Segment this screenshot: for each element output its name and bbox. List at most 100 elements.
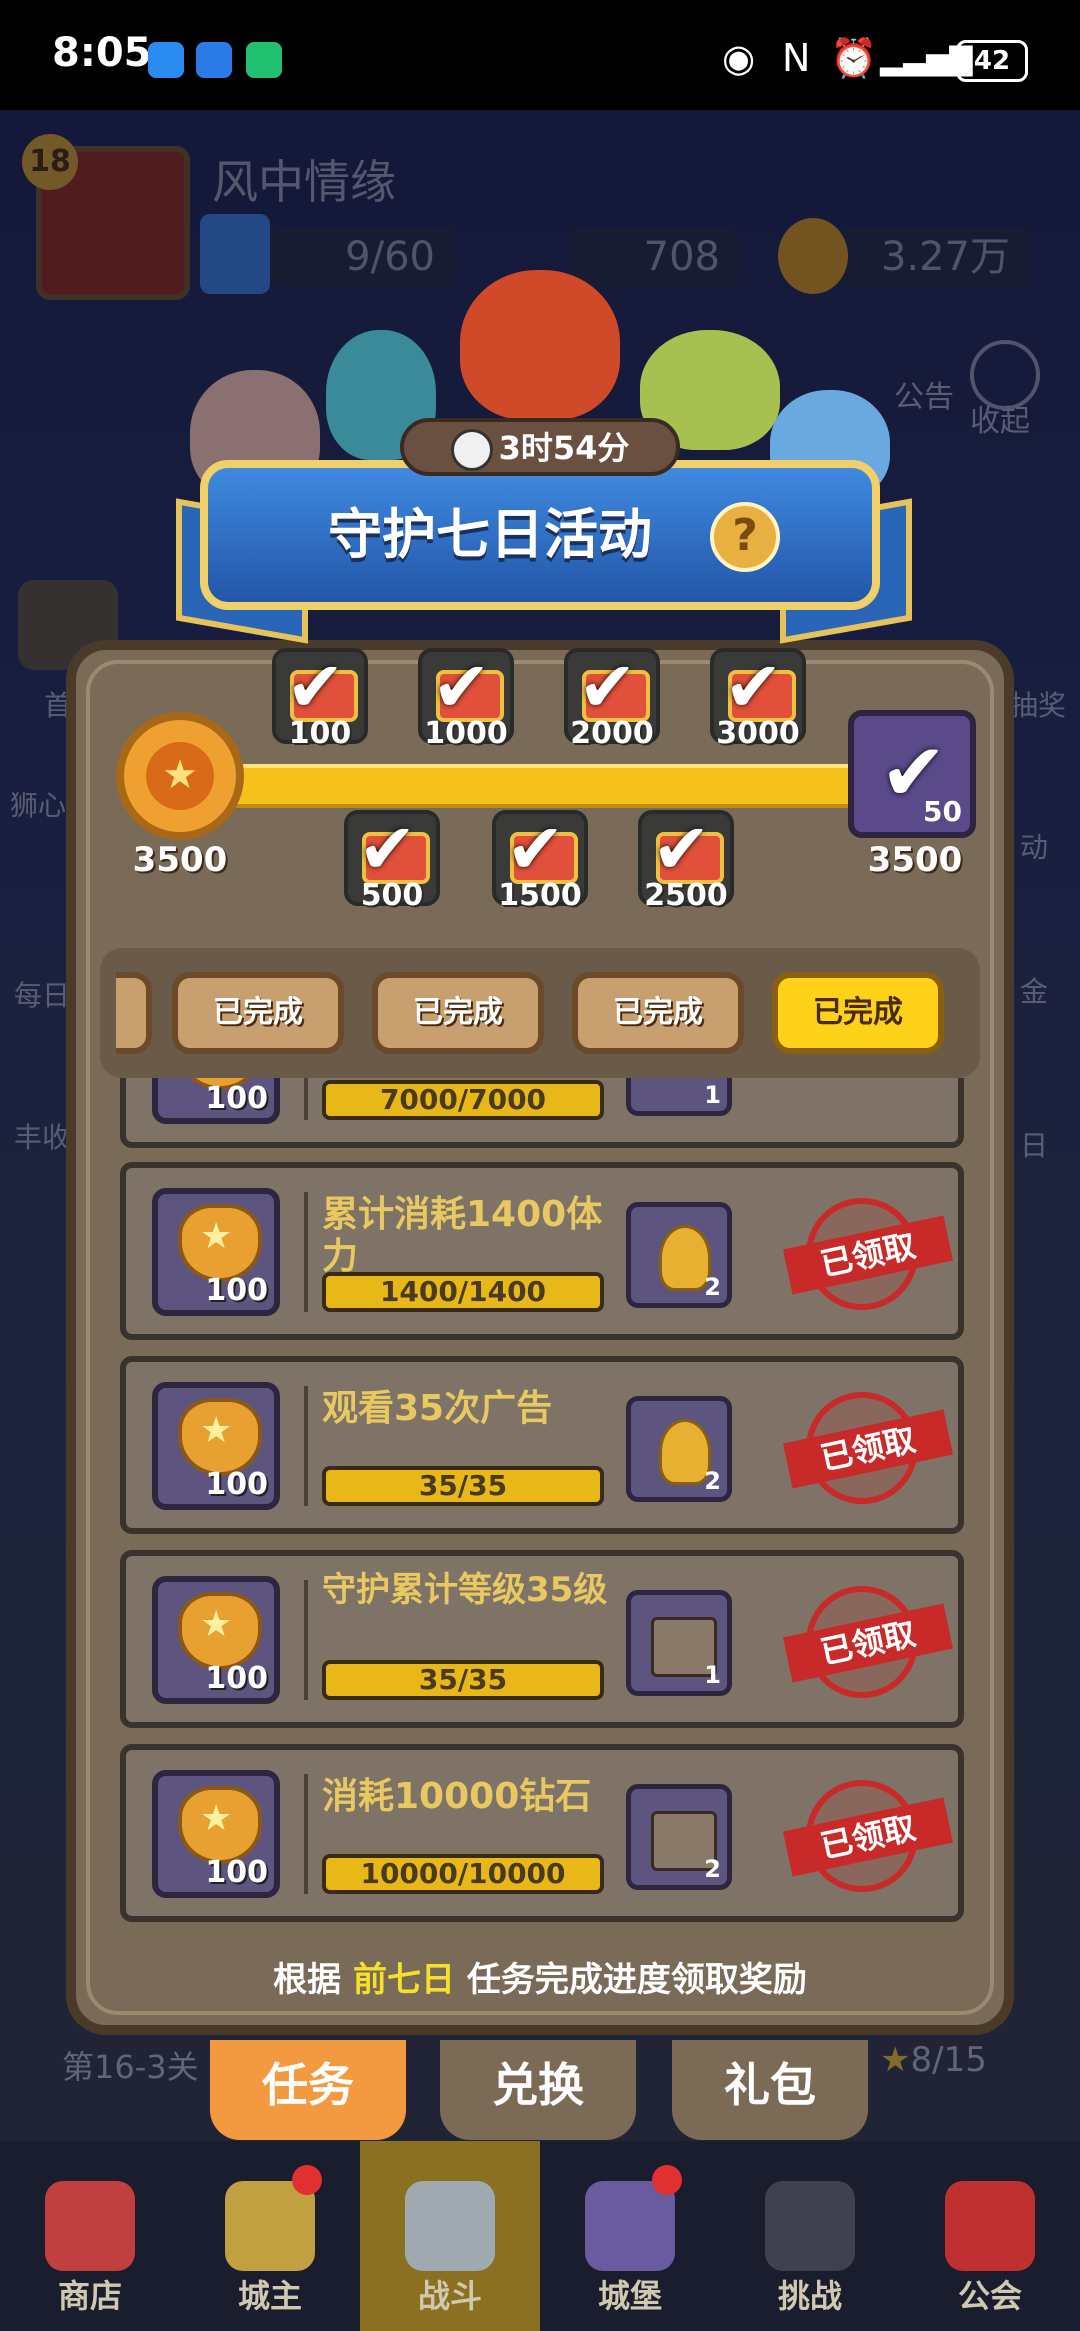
eye-icon: ◉ — [722, 36, 756, 80]
swords-icon — [405, 2181, 495, 2271]
nav-label: 城堡 — [597, 2277, 662, 2315]
timer-text: 3时54分 — [498, 429, 630, 467]
milestone-label: 1500 — [498, 878, 582, 913]
points-medal-icon: ★ — [116, 712, 244, 840]
points-icon: 100 — [152, 1382, 280, 1510]
check-icon: ✔ — [652, 808, 711, 890]
day-tab-active[interactable]: 已完成 — [772, 972, 944, 1054]
claimed-stamp: 已领取 — [783, 1198, 953, 1310]
claimed-label: 已领取 — [783, 1603, 953, 1683]
nav-lord[interactable]: 城主 — [180, 2141, 360, 2331]
points-icon: 100 — [152, 1576, 280, 1704]
bottom-nav: 商店 城主 战斗 城堡 挑战 公会 — [0, 2141, 1080, 2331]
milestone-label: 3000 — [716, 716, 800, 751]
gem-icon — [659, 1419, 711, 1485]
status-time: 8:05 — [52, 30, 152, 76]
task-points: 100 — [205, 1467, 268, 1502]
status-bar: 8:05 ◉ N ⏰ ▂▃▅▇ 42 — [0, 0, 1080, 110]
claimed-label: 已领取 — [783, 1215, 953, 1295]
reward-count: 1 — [704, 1081, 721, 1109]
milestone-label: 2000 — [570, 716, 654, 751]
check-icon: ✔ — [724, 646, 783, 728]
tab-task[interactable]: 任务 — [210, 2040, 406, 2140]
task-row: 100 观看35次广告 35/35 2 已领取 — [120, 1356, 964, 1534]
notification-dot — [292, 2165, 322, 2195]
points-progress-bar — [236, 764, 848, 808]
points-icon: 100 — [152, 1770, 280, 1898]
tab-exchange[interactable]: 兑换 — [440, 2040, 636, 2140]
gem-icon — [659, 1225, 711, 1291]
claimed-stamp: 已领取 — [783, 1392, 953, 1504]
task-progress: 1400/1400 — [322, 1272, 604, 1312]
help-button[interactable]: ? — [710, 502, 780, 572]
task-progress: 35/35 — [322, 1660, 604, 1700]
claimed-label: 已领取 — [783, 1409, 953, 1489]
task-title: 观看35次广告 — [322, 1388, 553, 1429]
reward-count: 2 — [704, 1273, 721, 1301]
nav-challenge[interactable]: 挑战 — [720, 2141, 900, 2331]
reward-count: 1 — [704, 1661, 721, 1689]
nav-label: 挑战 — [777, 2277, 842, 2315]
reward-item[interactable]: 2 — [626, 1784, 732, 1890]
milestone-label: 1000 — [424, 716, 508, 751]
task-row: 100 消耗10000钻石 10000/10000 2 已领取 — [120, 1744, 964, 1922]
reward-count: 2 — [704, 1855, 721, 1883]
milestone-label: 500 — [360, 878, 424, 913]
task-points: 100 — [205, 1855, 268, 1890]
claimed-stamp: 已领取 — [783, 1780, 953, 1892]
nav-battle[interactable]: 战斗 — [360, 2141, 540, 2331]
final-reward-points: 3500 — [867, 840, 963, 880]
battery-indicator: 42 — [956, 40, 1028, 82]
reward-count: 2 — [704, 1467, 721, 1495]
check-icon: ✔ — [286, 646, 345, 728]
task-row: 100 守护累计等级35级 35/35 1 已领取 — [120, 1550, 964, 1728]
nav-guild[interactable]: 公会 — [900, 2141, 1080, 2331]
points-icon: 100 — [152, 1078, 280, 1124]
event-timer: 3时54分 — [400, 418, 680, 476]
day-tab[interactable]: 已完成 — [372, 972, 544, 1054]
notification-dot — [652, 2165, 682, 2195]
tab-gift[interactable]: 礼包 — [672, 2040, 868, 2140]
nfc-icon: N — [782, 36, 811, 80]
task-points: 100 — [205, 1273, 268, 1308]
footer-note: 根据 前七日 任务完成进度领取奖励 — [86, 1952, 994, 2001]
nav-shop[interactable]: 商店 — [0, 2141, 180, 2331]
nav-label: 商店 — [57, 2277, 122, 2315]
milestone-label: 2500 — [644, 878, 728, 913]
milestone-label: 100 — [288, 716, 352, 751]
reward-item[interactable]: 2 — [626, 1202, 732, 1308]
event-title: 守护七日活动 — [328, 503, 652, 566]
final-reward-count: 50 — [923, 795, 962, 828]
points-icon: 100 — [152, 1188, 280, 1316]
notification-app-icon — [196, 42, 232, 78]
reward-item[interactable]: 1 — [626, 1590, 732, 1696]
task-list[interactable]: 100 7000/7000 1 100 累计消耗1400体力 1400/1400… — [116, 1078, 964, 1930]
reward-item[interactable]: 1 — [626, 1078, 732, 1116]
guild-banner-icon — [945, 2181, 1035, 2271]
shop-icon — [45, 2181, 135, 2271]
alarm-icon: ⏰ — [830, 36, 878, 80]
current-points: 3500 — [132, 840, 228, 880]
task-title: 守护累计等级35级 — [322, 1570, 608, 1610]
footer-text: 任务完成进度领取奖励 — [455, 1960, 807, 2000]
reward-item[interactable]: 2 — [626, 1396, 732, 1502]
day-tab[interactable]: 已完成 — [572, 972, 744, 1054]
task-points: 100 — [205, 1081, 268, 1116]
check-icon: ✔ — [506, 808, 565, 890]
castle-icon — [585, 2181, 675, 2271]
task-progress: 10000/10000 — [322, 1854, 604, 1894]
footer-text: 根据 — [273, 1960, 353, 2000]
task-title: 消耗10000钻石 — [322, 1776, 592, 1817]
day-tab-partial[interactable] — [116, 972, 152, 1054]
nav-castle[interactable]: 城堡 — [540, 2141, 720, 2331]
task-progress: 7000/7000 — [322, 1080, 604, 1120]
task-progress: 35/35 — [322, 1466, 604, 1506]
day-tab[interactable]: 已完成 — [172, 972, 344, 1054]
demon-icon — [765, 2181, 855, 2271]
red-dragon-icon — [460, 270, 620, 420]
nav-label: 城主 — [237, 2277, 302, 2315]
task-title: 累计消耗1400体力 — [322, 1194, 603, 1277]
task-points: 100 — [205, 1661, 268, 1696]
claimed-stamp: 已领取 — [783, 1586, 953, 1698]
final-reward-box[interactable]: ✔ 50 — [848, 710, 976, 838]
